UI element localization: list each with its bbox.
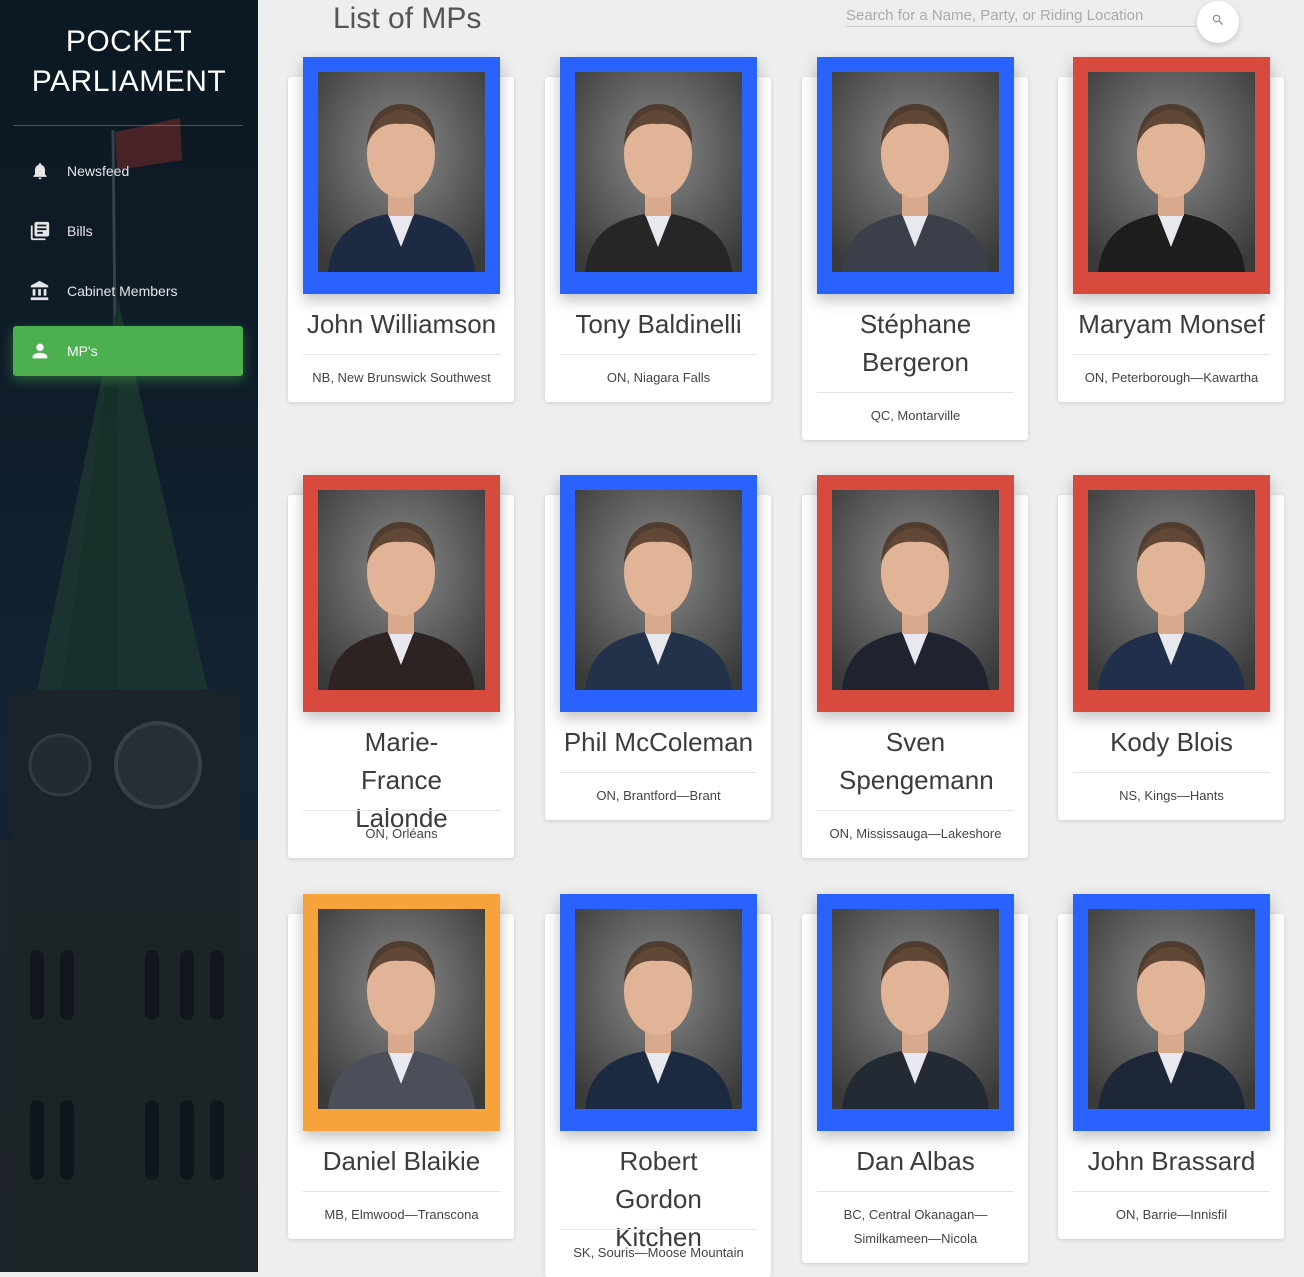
mp-riding: SK, Souris—Moose Mountain — [573, 1245, 744, 1260]
sidebar-item-bills[interactable]: Bills — [13, 206, 243, 256]
mp-riding: MB, Elmwood—Transcona — [324, 1207, 479, 1222]
mp-portrait — [575, 72, 742, 272]
mp-riding: NB, New Brunswick Southwest — [312, 370, 491, 385]
mp-portrait — [832, 909, 999, 1109]
bell-icon — [13, 146, 67, 196]
mp-card[interactable]: Daniel Blaikie MB, Elmwood—Transcona — [288, 894, 514, 1239]
mp-card[interactable]: John Brassard ON, Barrie—Innisfil — [1058, 894, 1284, 1239]
mp-photo-frame[interactable] — [560, 57, 757, 294]
mp-card-divider — [303, 354, 500, 355]
sidebar-item-mps[interactable]: MP's — [13, 326, 243, 376]
mp-name[interactable]: Stéphane Bergeron — [817, 305, 1014, 381]
mp-name[interactable]: Tony Baldinelli — [560, 305, 757, 343]
person-icon — [13, 326, 67, 376]
mp-photo-frame[interactable] — [303, 475, 500, 712]
mp-card-divider — [303, 1191, 500, 1192]
mp-name[interactable]: Kody Blois — [1073, 723, 1270, 761]
sidebar-item-label: Bills — [67, 223, 93, 239]
mp-card-divider — [1073, 772, 1270, 773]
mp-card-divider — [560, 1229, 757, 1230]
brand-line-1: POCKET — [65, 25, 193, 58]
mp-photo-frame[interactable] — [303, 57, 500, 294]
mp-riding: ON, Mississauga—Lakeshore — [829, 826, 1002, 841]
mp-name[interactable]: Phil McColeman — [560, 723, 757, 761]
mp-photo-frame[interactable] — [817, 894, 1014, 1131]
mp-name[interactable]: Maryam Monsef — [1073, 305, 1270, 343]
mp-photo-frame[interactable] — [1073, 894, 1270, 1131]
mp-name[interactable]: John Williamson — [303, 305, 500, 343]
mp-photo-frame[interactable] — [560, 894, 757, 1131]
mp-photo-frame[interactable] — [1073, 57, 1270, 294]
mp-card[interactable]: Marie-France Lalonde ON, Orléans — [288, 475, 514, 858]
mp-name[interactable]: John Brassard — [1073, 1142, 1270, 1180]
mp-card-divider — [817, 1191, 1014, 1192]
sidebar: POCKET PARLIAMENT Newsfeed Bills Cabinet… — [0, 0, 258, 1272]
mp-card[interactable]: Kody Blois NS, Kings—Hants — [1058, 475, 1284, 820]
mp-portrait — [832, 72, 999, 272]
mp-card-divider — [560, 772, 757, 773]
mp-card-divider — [817, 392, 1014, 393]
mp-portrait — [1088, 72, 1255, 272]
mp-card-divider — [303, 810, 500, 811]
mp-card-divider — [817, 810, 1014, 811]
mp-riding: ON, Barrie—Innisfil — [1115, 1207, 1228, 1222]
mp-card[interactable]: Dan Albas BC, Central Okanagan—Similkamee… — [802, 894, 1028, 1263]
mp-portrait — [832, 490, 999, 690]
mp-card[interactable]: Robert Gordon Kitchen SK, Souris—Moose Mo… — [545, 894, 771, 1277]
mp-riding: BC, Central Okanagan—Similkameen—Nicola — [843, 1207, 988, 1246]
account-balance-icon — [13, 266, 67, 316]
mp-name[interactable]: Daniel Blaikie — [303, 1142, 500, 1180]
mp-riding: ON, Niagara Falls — [606, 370, 711, 385]
sidebar-nav: Newsfeed Bills Cabinet Members MP's — [13, 146, 243, 386]
mp-photo-frame[interactable] — [560, 475, 757, 712]
mp-card-divider — [1073, 354, 1270, 355]
brand-divider — [13, 125, 243, 126]
mp-card[interactable]: Maryam Monsef ON, Peterborough—Kawartha — [1058, 57, 1284, 402]
mp-card[interactable]: Phil McColeman ON, Brantford—Brant — [545, 475, 771, 820]
sidebar-item-label: Cabinet Members — [67, 283, 178, 299]
mp-portrait — [1088, 490, 1255, 690]
mp-photo-frame[interactable] — [1073, 475, 1270, 712]
mp-riding: ON, Orléans — [365, 826, 438, 841]
mp-portrait — [1088, 909, 1255, 1109]
mp-card[interactable]: Sven Spengemann ON, Mississauga—Lakeshore — [802, 475, 1028, 858]
mp-name[interactable]: Robert Gordon Kitchen — [560, 1142, 757, 1256]
mp-photo-frame[interactable] — [817, 475, 1014, 712]
library-books-icon — [13, 206, 67, 256]
mp-photo-frame[interactable] — [303, 894, 500, 1131]
mp-riding: ON, Peterborough—Kawartha — [1084, 370, 1259, 385]
mp-name[interactable]: Marie-France Lalonde — [303, 723, 500, 837]
sidebar-item-newsfeed[interactable]: Newsfeed — [13, 146, 243, 196]
app-brand[interactable]: POCKET PARLIAMENT — [0, 22, 258, 102]
mp-portrait — [318, 490, 485, 690]
sidebar-item-label: MP's — [67, 343, 98, 359]
mp-card-divider — [1073, 1191, 1270, 1192]
mp-card[interactable]: Stéphane Bergeron QC, Montarville — [802, 57, 1028, 440]
mp-portrait — [575, 909, 742, 1109]
mp-grid: John Williamson NB, New Brunswick Southwe… — [288, 0, 1288, 1277]
mp-portrait — [575, 490, 742, 690]
brand-line-2: PARLIAMENT — [31, 65, 227, 98]
mp-riding: NS, Kings—Hants — [1119, 788, 1224, 803]
mp-card[interactable]: John Williamson NB, New Brunswick Southwe… — [288, 57, 514, 402]
mp-portrait — [318, 72, 485, 272]
mp-card[interactable]: Tony Baldinelli ON, Niagara Falls — [545, 57, 771, 402]
mp-riding: ON, Brantford—Brant — [596, 788, 721, 803]
mp-card-divider — [560, 354, 757, 355]
mp-name[interactable]: Dan Albas — [817, 1142, 1014, 1180]
sidebar-item-label: Newsfeed — [67, 163, 130, 179]
mp-portrait — [318, 909, 485, 1109]
mp-photo-frame[interactable] — [817, 57, 1014, 294]
mp-name[interactable]: Sven Spengemann — [817, 723, 1014, 799]
mp-riding: QC, Montarville — [870, 408, 961, 423]
sidebar-item-cabinet-members[interactable]: Cabinet Members — [13, 266, 243, 316]
